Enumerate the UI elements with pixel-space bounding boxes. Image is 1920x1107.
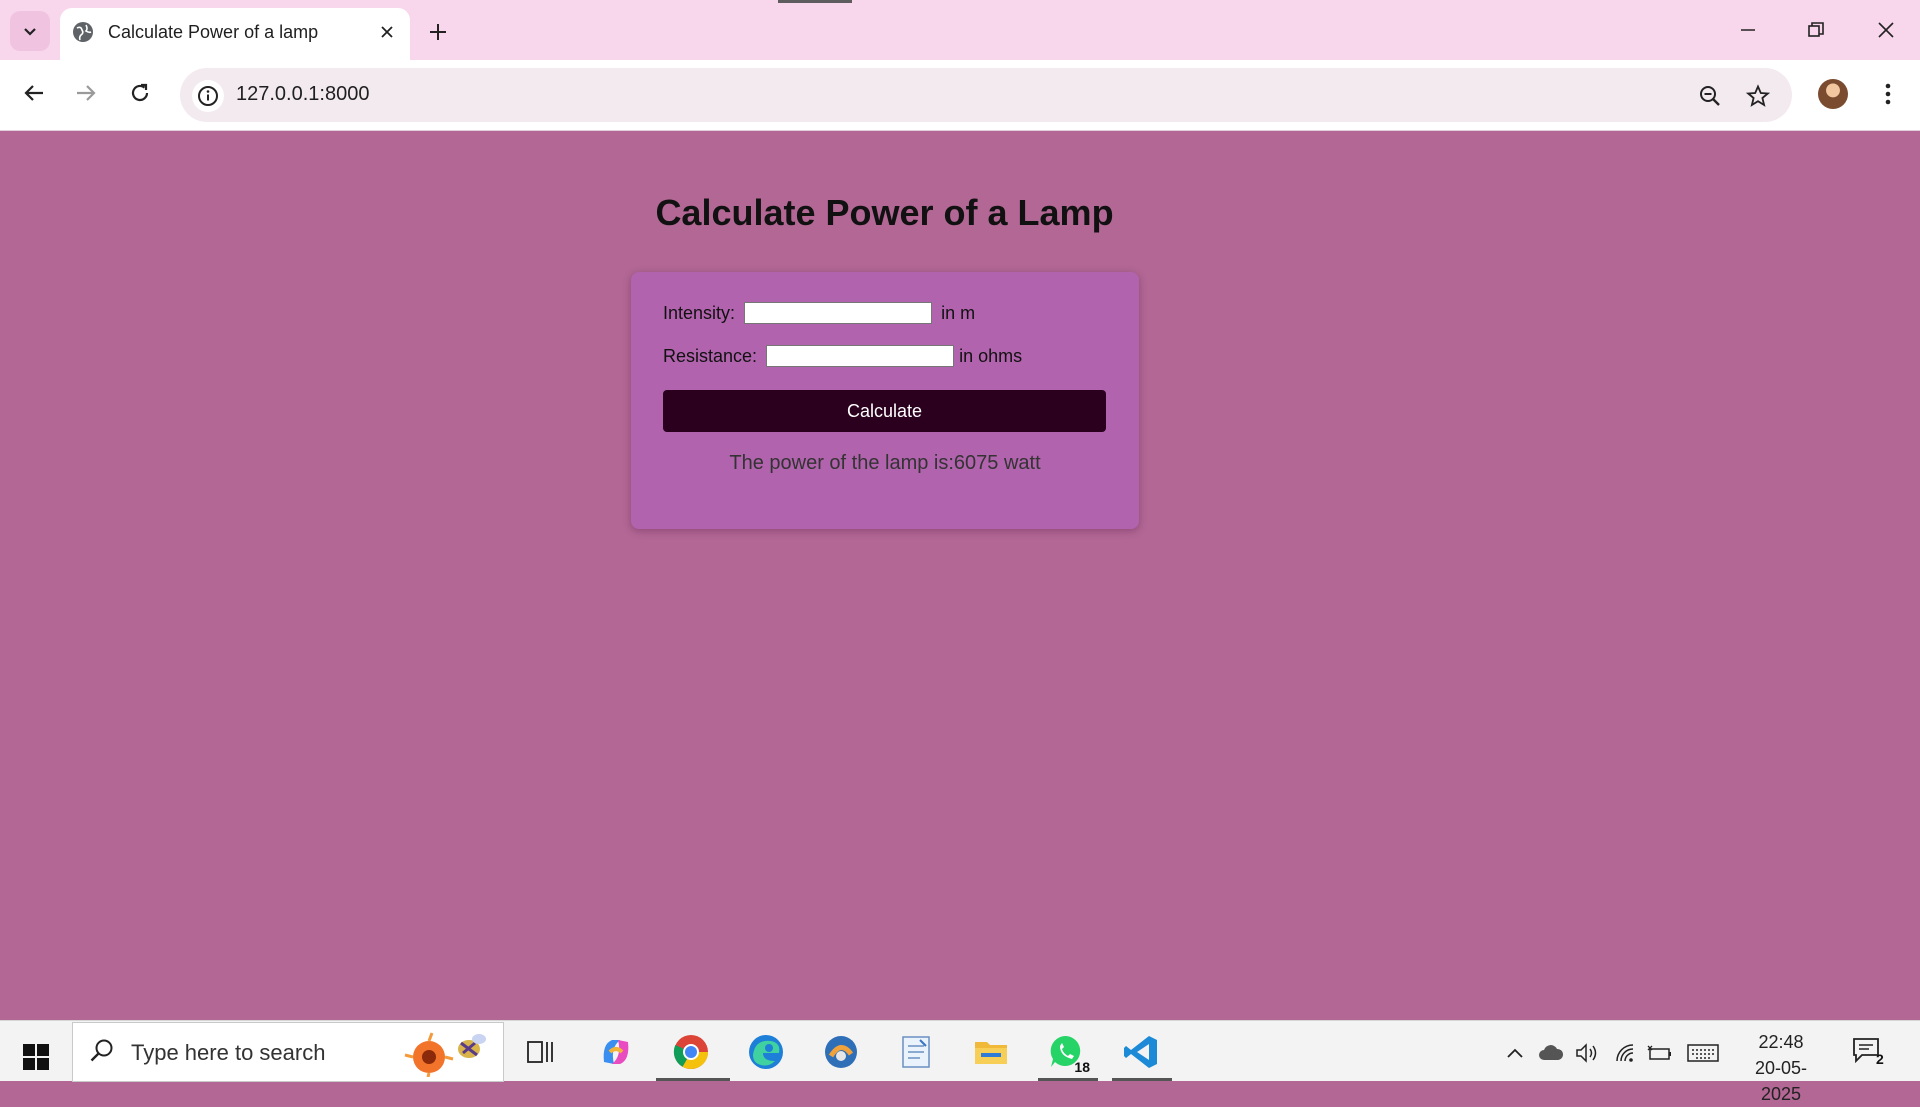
- calculator-card: Intensity: in m Resistance: in ohms Calc…: [631, 272, 1139, 529]
- forward-button[interactable]: [66, 73, 106, 113]
- cloud-icon: [1539, 1045, 1564, 1060]
- restore-button[interactable]: [1788, 8, 1844, 52]
- app-icon: [825, 1036, 857, 1068]
- whatsapp-badge: 18: [1074, 1059, 1090, 1075]
- notification-center-button[interactable]: 2: [1852, 1037, 1888, 1067]
- speaker-icon: [1576, 1043, 1597, 1063]
- intensity-row: Intensity: in m: [663, 302, 976, 325]
- resistance-unit: in ohms: [959, 345, 1023, 366]
- profile-avatar[interactable]: [1818, 79, 1848, 109]
- more-vert-icon: [1885, 83, 1891, 105]
- onedrive-button[interactable]: [1538, 1041, 1564, 1065]
- tab-title: Calculate Power of a lamp: [108, 22, 319, 42]
- arrow-right-icon: [77, 85, 96, 101]
- intensity-label: Intensity:: [663, 302, 736, 323]
- restore-icon: [1808, 22, 1824, 37]
- close-icon: [1878, 22, 1894, 38]
- arrow-left-icon: [24, 85, 43, 101]
- result-text: The power of the lamp is:6075 watt: [729, 452, 1041, 474]
- reload-button[interactable]: [120, 73, 160, 113]
- show-hidden-icons-button[interactable]: [1502, 1041, 1528, 1065]
- tab-close-button[interactable]: [374, 19, 400, 45]
- info-icon: [198, 86, 218, 106]
- taskbar: Type here to search 18 22:48 20-05-2025 …: [0, 1020, 1920, 1104]
- network-button[interactable]: [1612, 1041, 1638, 1065]
- bookmark-button[interactable]: [1742, 80, 1774, 112]
- url-text[interactable]: 127.0.0.1:8000: [236, 83, 369, 106]
- volume-button[interactable]: [1574, 1041, 1600, 1065]
- keyboard-button[interactable]: [1686, 1041, 1720, 1065]
- file-explorer-icon: [975, 1042, 1007, 1064]
- zoom-out-icon: [1700, 86, 1720, 106]
- file-explorer-taskbar-button[interactable]: [961, 1027, 1021, 1077]
- wifi-icon: [1616, 1044, 1634, 1062]
- close-window-button[interactable]: [1858, 8, 1914, 52]
- clock-time: 22:48: [1758, 1032, 1804, 1052]
- zoom-button[interactable]: [1694, 80, 1726, 112]
- chrome-taskbar-button[interactable]: [661, 1027, 721, 1077]
- star-icon: [1746, 84, 1770, 107]
- resistance-input[interactable]: [766, 345, 955, 368]
- site-info-button[interactable]: [192, 80, 224, 112]
- browser-toolbar: 127.0.0.1:8000: [0, 60, 1920, 131]
- vscode-icon: [1124, 1036, 1157, 1068]
- keyboard-icon: [1687, 1044, 1719, 1062]
- clock-date: 20-05-2025: [1754, 1058, 1808, 1104]
- chrome-icon: [673, 1035, 708, 1069]
- page-title: Calculate Power of a Lamp: [655, 192, 1114, 233]
- resistance-row: Resistance: in ohms: [663, 345, 1023, 368]
- minimize-icon: [1741, 29, 1755, 31]
- plus-icon: [430, 24, 446, 40]
- copilot-icon: [603, 1040, 629, 1064]
- vscode-taskbar-button[interactable]: [1111, 1027, 1171, 1077]
- back-button[interactable]: [14, 73, 54, 113]
- close-icon: [381, 26, 393, 38]
- search-placeholder: Type here to search: [131, 1040, 326, 1065]
- address-bar[interactable]: 127.0.0.1:8000: [180, 68, 1792, 122]
- intensity-unit: in m: [941, 302, 976, 323]
- globe-icon: [73, 22, 93, 42]
- chevron-up-icon: [1507, 1048, 1523, 1058]
- whatsapp-taskbar-button[interactable]: 18: [1036, 1027, 1096, 1077]
- browser-menu-button[interactable]: [1872, 74, 1904, 114]
- minimize-button[interactable]: [1720, 8, 1776, 52]
- chevron-down-icon: [24, 28, 36, 36]
- reload-icon: [131, 83, 149, 102]
- task-view-button[interactable]: [510, 1027, 570, 1077]
- new-tab-button[interactable]: [422, 16, 454, 48]
- calculate-button[interactable]: Calculate: [663, 390, 1106, 432]
- search-icon: [90, 1039, 113, 1062]
- edge-taskbar-button[interactable]: [736, 1027, 796, 1077]
- notification-count: 2: [1876, 1051, 1884, 1067]
- notepad-icon: [902, 1036, 930, 1068]
- tab-strip: Calculate Power of a lamp: [0, 0, 1920, 60]
- system-clock[interactable]: 22:48 20-05-2025: [1736, 1029, 1826, 1107]
- edge-icon: [749, 1035, 783, 1069]
- battery-button[interactable]: [1646, 1041, 1672, 1065]
- app-taskbar-button[interactable]: [811, 1027, 871, 1077]
- taskbar-search[interactable]: Type here to search: [72, 1022, 504, 1082]
- battery-charging-icon: [1647, 1045, 1671, 1060]
- copilot-button[interactable]: [586, 1027, 646, 1077]
- search-highlight-icon: [404, 1032, 486, 1077]
- browser-tab[interactable]: Calculate Power of a lamp: [60, 8, 410, 60]
- intensity-input[interactable]: [744, 302, 933, 325]
- notepad-taskbar-button[interactable]: [886, 1027, 946, 1077]
- task-view-icon: [527, 1041, 553, 1063]
- start-button[interactable]: [14, 1035, 58, 1079]
- tab-strip-accent: [778, 0, 852, 3]
- tab-search-button[interactable]: [10, 11, 50, 51]
- resistance-label: Resistance:: [663, 345, 758, 366]
- windows-icon: [23, 1044, 49, 1070]
